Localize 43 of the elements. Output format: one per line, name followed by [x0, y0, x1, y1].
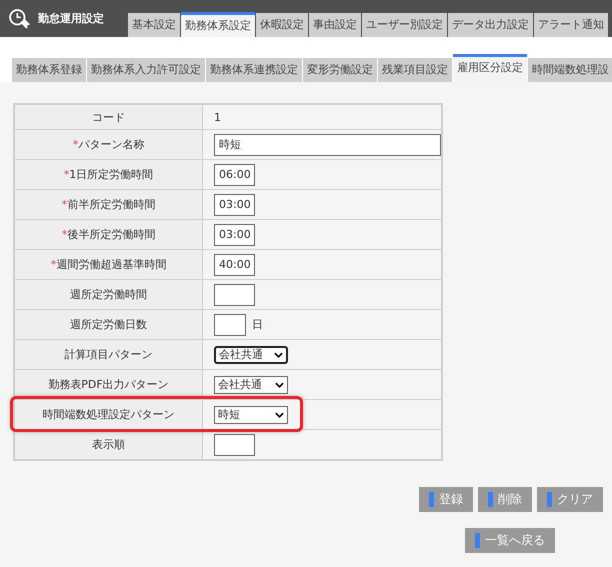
app-title: 勤怠運用設定	[38, 11, 104, 26]
field-label: *パターン名称	[14, 130, 202, 160]
main-tab[interactable]: アラート通知	[534, 13, 608, 37]
field-label: コード	[14, 104, 202, 130]
input-field[interactable]: 06:00	[214, 164, 255, 186]
sub-tab[interactable]: 勤務体系入力許可設定	[87, 58, 205, 82]
chevron-down-icon	[274, 352, 283, 358]
field-label: 週所定労働日数	[14, 310, 202, 340]
main-tab[interactable]: 事由設定	[309, 13, 361, 37]
sub-tab[interactable]: 変形労働設定	[303, 58, 377, 82]
chevron-down-icon	[275, 412, 284, 418]
input-field[interactable]: 40:00	[214, 254, 255, 276]
field-label: 時間端数処理設定パターン	[14, 400, 202, 430]
main-tab[interactable]: 基本設定	[128, 13, 180, 37]
sub-tab[interactable]: 雇用区分設定	[453, 54, 527, 82]
input-field[interactable]	[214, 434, 255, 456]
input-field[interactable]: 時短	[214, 134, 441, 156]
sub-tab[interactable]: 残業項目設定	[378, 58, 452, 82]
field-label: 表示順	[14, 430, 202, 460]
input-field[interactable]: 03:00	[214, 194, 255, 216]
input-field[interactable]	[214, 284, 255, 306]
field-label: *週間労働超過基準時間	[14, 250, 202, 280]
chevron-down-icon	[275, 382, 284, 388]
field-label: *前半所定労働時間	[14, 190, 202, 220]
field-label: 計算項目パターン	[14, 340, 202, 370]
dropdown[interactable]: 会社共通	[214, 346, 288, 364]
main-tab[interactable]: 休暇設定	[256, 13, 308, 37]
field-label: 週所定労働時間	[14, 280, 202, 310]
sub-tab[interactable]: 勤務体系登録	[12, 58, 86, 82]
field-label: *後半所定労働時間	[14, 220, 202, 250]
clock-wrench-icon	[8, 8, 30, 30]
unit-label: 日	[252, 317, 263, 332]
input-field[interactable]: 03:00	[214, 224, 255, 246]
main-tab[interactable]: データ出力設定	[448, 13, 533, 37]
dropdown[interactable]: 時短	[214, 406, 288, 424]
input-field[interactable]	[214, 314, 246, 336]
sub-tab[interactable]: 時間端数処理設	[528, 58, 612, 82]
main-tab[interactable]: 勤務体系設定	[181, 12, 255, 37]
code-value: 1	[214, 110, 221, 124]
sub-tab[interactable]: 勤務体系連携設定	[206, 58, 302, 82]
field-label: *1日所定労働時間	[14, 160, 202, 190]
main-tab[interactable]: ユーザー別設定	[362, 13, 447, 37]
dropdown[interactable]: 会社共通	[214, 376, 288, 394]
